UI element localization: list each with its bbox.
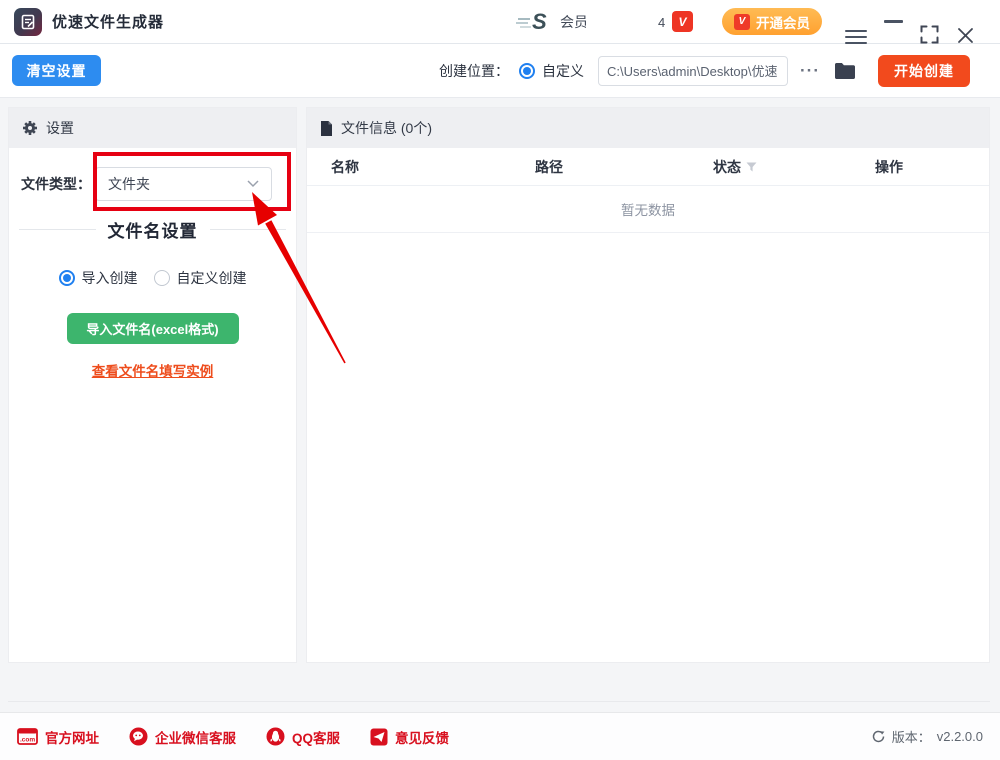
membership-marquee-text: 会员 [560, 0, 586, 44]
column-header-status: 状态 [689, 157, 861, 177]
marquee-tail-text: 4 [658, 0, 665, 44]
chevron-down-icon [247, 180, 259, 188]
file-type-label: 文件类型： [21, 174, 91, 194]
file-type-select[interactable]: 文件夹 [95, 167, 272, 201]
wechat-icon [129, 727, 148, 746]
content-area: 设置 文件类型： 文件夹 文件名设置 导入创建 自定义创建 [0, 98, 1000, 712]
import-create-radio-circle[interactable] [59, 270, 75, 286]
clear-settings-button[interactable]: 清空设置 [12, 55, 101, 86]
custom-location-radio[interactable] [519, 63, 535, 79]
filename-section-title: 文件名设置 [108, 217, 198, 242]
import-filenames-button[interactable]: 导入文件名(excel格式) [67, 313, 239, 344]
browse-ellipsis-button[interactable]: ··· [800, 61, 820, 81]
filter-funnel-icon[interactable] [746, 162, 757, 172]
file-info-panel: 文件信息 (0个) 名称 路径 状态 操作 暂无数据 [306, 107, 990, 663]
svg-text:.com: .com [20, 737, 35, 744]
settings-panel: 设置 文件类型： 文件夹 文件名设置 导入创建 自定义创建 [8, 107, 297, 663]
version-info: 版本： v2.2.0.0 [871, 727, 983, 746]
svg-text:S: S [532, 9, 547, 34]
official-website-link[interactable]: .com 官方网址 [17, 727, 99, 747]
feedback-icon [370, 728, 388, 746]
website-icon: .com [17, 728, 38, 745]
file-info-header: 文件信息 (0个) [307, 108, 989, 148]
custom-location-label: 自定义 [542, 61, 584, 81]
view-example-link[interactable]: 查看文件名填写实例 [9, 360, 296, 380]
custom-create-radio-circle[interactable] [154, 270, 170, 286]
feedback-link[interactable]: 意见反馈 [370, 727, 449, 747]
minimize-button[interactable] [884, 20, 903, 23]
vip-badge-icon: V [672, 11, 693, 32]
document-icon [320, 121, 333, 136]
open-vip-button[interactable]: V 开通会员 [722, 8, 822, 35]
qq-icon [266, 727, 285, 746]
bottom-divider [8, 701, 990, 702]
titlebar: 优速文件生成器 S 会员 4 V V 开通会员 [0, 0, 1000, 44]
refresh-icon[interactable] [871, 729, 886, 744]
wechat-service-link[interactable]: 企业微信客服 [129, 727, 236, 747]
import-create-radio[interactable]: 导入创建 [59, 268, 138, 288]
target-path-input[interactable] [598, 56, 788, 86]
gear-icon [22, 120, 38, 136]
settings-header-label: 设置 [46, 118, 74, 138]
start-create-button[interactable]: 开始创建 [878, 55, 970, 87]
create-mode-radios: 导入创建 自定义创建 [9, 268, 296, 288]
close-button[interactable] [957, 13, 974, 57]
speed-logo-icon: S [516, 0, 556, 44]
column-header-name: 名称 [307, 157, 511, 177]
open-vip-label: 开通会员 [756, 12, 810, 32]
column-header-path: 路径 [511, 157, 689, 177]
column-header-actions: 操作 [861, 157, 989, 177]
custom-create-radio[interactable]: 自定义创建 [154, 268, 247, 288]
custom-create-label: 自定义创建 [177, 268, 247, 288]
version-label: 版本： [892, 727, 931, 746]
vip-icon: V [734, 14, 750, 30]
app-logo-icon [14, 8, 42, 36]
create-location-label: 创建位置： [439, 61, 509, 81]
file-info-label: 文件信息 (0个) [341, 118, 432, 138]
maximize-button[interactable] [920, 12, 939, 56]
file-type-selected-value: 文件夹 [108, 174, 247, 194]
version-value: v2.2.0.0 [937, 729, 983, 744]
menu-icon[interactable] [845, 15, 867, 59]
empty-state: 暂无数据 [307, 186, 989, 233]
open-folder-icon[interactable] [834, 62, 856, 80]
filename-section-divider: 文件名设置 [19, 217, 286, 242]
import-create-label: 导入创建 [82, 268, 138, 288]
file-type-row: 文件类型： 文件夹 [21, 167, 296, 201]
file-table-header: 名称 路径 状态 操作 [307, 148, 989, 186]
qq-service-link[interactable]: QQ客服 [266, 727, 340, 747]
footer-bar: .com 官方网址 企业微信客服 QQ客服 意见反馈 [0, 712, 1000, 760]
window-title: 优速文件生成器 [52, 11, 164, 32]
settings-panel-header: 设置 [9, 108, 296, 148]
